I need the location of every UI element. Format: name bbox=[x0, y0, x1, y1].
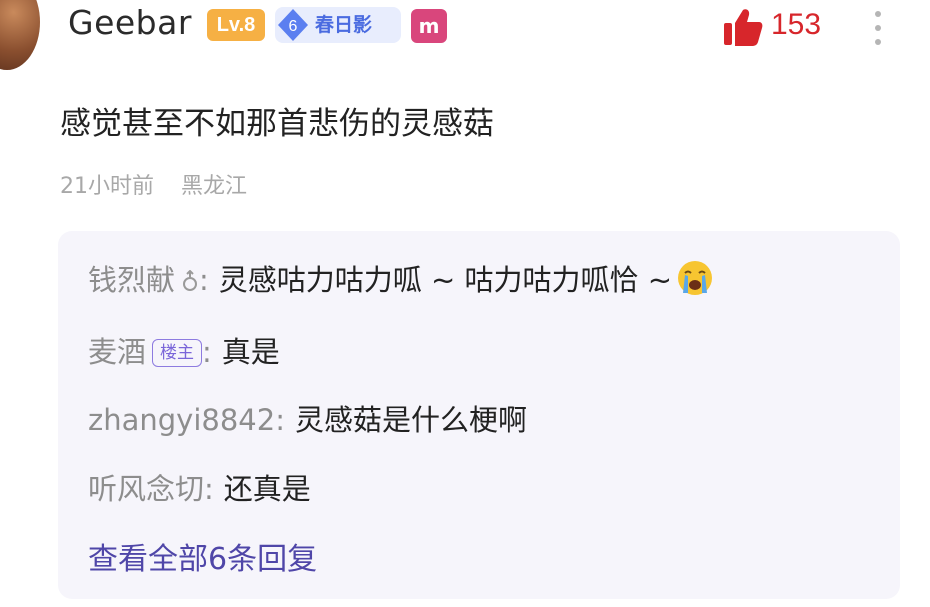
level-badge: Lv.8 bbox=[207, 9, 265, 41]
reply-item[interactable]: 听风念切: 还真是 bbox=[88, 466, 311, 508]
reply-preview-box[interactable]: 钱烈献 : 灵感咕力咕力呱 ~ 咕力咕力呱恰 ~ 麦酒 楼主: 真是 zhangyi8… bbox=[58, 231, 900, 599]
reply-author[interactable]: zhangyi8842 bbox=[88, 403, 275, 437]
thumbs-up-icon[interactable] bbox=[722, 6, 764, 48]
reply-item[interactable]: 麦酒 楼主: 真是 bbox=[88, 329, 280, 371]
comment-location: 黑龙江 bbox=[181, 174, 248, 199]
svg-text:6: 6 bbox=[289, 18, 298, 35]
reply-author[interactable]: 麦酒 bbox=[88, 335, 146, 369]
reply-text: 还真是 bbox=[223, 472, 311, 506]
more-options-icon[interactable] bbox=[868, 8, 888, 48]
comment-text: 感觉甚至不如那首悲伤的灵感菇 bbox=[60, 106, 494, 142]
fan-badge-name: 春日影 bbox=[315, 14, 373, 36]
diamond-icon: 6 bbox=[278, 9, 308, 41]
reply-separator: : bbox=[199, 263, 209, 297]
reply-separator: : bbox=[275, 403, 285, 437]
reply-item[interactable]: 钱烈献 : 灵感咕力咕力呱 ~ 咕力咕力呱恰 ~ bbox=[88, 257, 714, 299]
crying-face-icon bbox=[678, 261, 713, 295]
comment-time: 21小时前 bbox=[60, 174, 154, 199]
like-count: 153 bbox=[771, 8, 822, 41]
view-all-replies-link[interactable]: 查看全部6条回复 bbox=[88, 534, 317, 578]
medal-badge: m bbox=[411, 9, 447, 43]
reply-text: 真是 bbox=[221, 335, 280, 369]
reply-author[interactable]: 听风念切 bbox=[88, 472, 204, 506]
reply-text: 灵感菇是什么梗啊 bbox=[294, 403, 527, 437]
avatar[interactable] bbox=[0, 0, 40, 70]
reply-separator: : bbox=[204, 472, 214, 506]
username[interactable]: Geebar bbox=[68, 3, 192, 42]
reply-separator: : bbox=[202, 335, 212, 369]
host-tag: 楼主 bbox=[152, 339, 203, 367]
comment-card: Geebar Lv.8 6 春日影 m 153 感觉甚至不如那首悲伤的灵感菇 2… bbox=[0, 0, 930, 607]
male-icon bbox=[183, 270, 198, 291]
reply-item[interactable]: zhangyi8842: 灵感菇是什么梗啊 bbox=[88, 397, 527, 439]
comment-meta: 21小时前 黑龙江 bbox=[60, 168, 267, 200]
reply-author[interactable]: 钱烈献 bbox=[88, 263, 175, 297]
fan-badge[interactable]: 6 春日影 bbox=[275, 7, 401, 43]
reply-text: 灵感咕力咕力呱 ~ 咕力咕力呱恰 ~ bbox=[218, 263, 673, 297]
